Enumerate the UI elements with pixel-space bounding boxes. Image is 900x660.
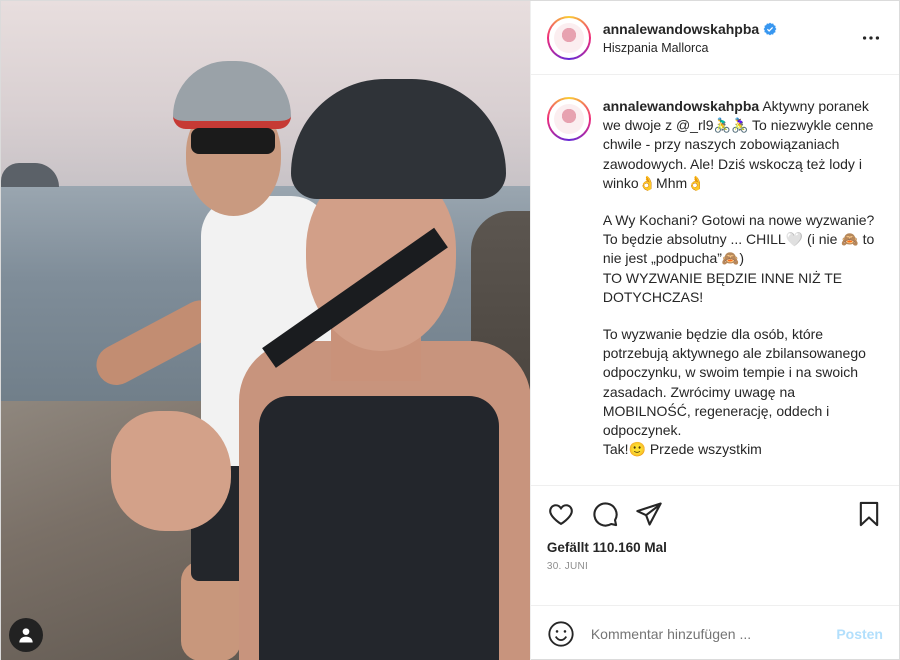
username-link[interactable]: annalewandowskahpba	[603, 21, 759, 37]
caption-p2a: A Wy Kochani? Gotowi na nowe wyzwanie?	[602, 212, 875, 229]
caption-avatar[interactable]	[546, 97, 591, 141]
caption-p2b: To będzie absolutny ... CHILL🤍 (i nie 🙈 …	[602, 231, 875, 267]
peace-hand	[111, 411, 231, 531]
woman-top	[259, 396, 499, 660]
bookmark-icon[interactable]	[855, 500, 883, 528]
comment-icon[interactable]	[591, 500, 619, 528]
actions-bar: Gefällt 110.160 Mal 30. JUNI	[530, 485, 899, 605]
caption-avatar-logo	[553, 104, 584, 134]
user-tag-icon[interactable]	[9, 618, 43, 652]
caption-avatar-image	[548, 99, 589, 139]
caption-area: annalewandowskahpba Aktywny poranek we d…	[531, 75, 899, 485]
comment-input[interactable]	[590, 625, 837, 642]
caption-p2c: TO WYZWANIE BĘDZIE INNE NIŻ TE DOTYCHCZA…	[602, 269, 843, 305]
emoji-icon[interactable]	[547, 620, 575, 648]
post-photo[interactable]	[1, 1, 530, 660]
caption-paragraph-2: A Wy Kochani? Gotowi na nowe wyzwanie? T…	[603, 211, 883, 307]
post-header: annalewandowskahpba Hiszpania Mallorca	[530, 1, 899, 75]
location-link[interactable]: Hiszpania Mallorca	[603, 41, 859, 55]
post-date[interactable]: 30. JUNI	[547, 561, 883, 572]
caption-paragraph-3: To wyzwanie będzie dla osób, które potrz…	[603, 325, 883, 459]
avatar-image	[548, 17, 589, 58]
avatar[interactable]	[546, 15, 591, 60]
caption-p3-cut: Tak!🙂 Przede wszystkim	[602, 441, 762, 458]
caption-text: annalewandowskahpba Aktywny poranek we d…	[603, 97, 883, 485]
likes-count[interactable]: Gefällt 110.160 Mal	[547, 540, 883, 555]
username-row: annalewandowskahpba	[603, 21, 859, 37]
caption-username[interactable]: annalewandowskahpba	[603, 98, 759, 114]
instagram-post: annalewandowskahpba Hiszpania Mallorca a…	[0, 0, 900, 660]
caption-paragraph-1: annalewandowskahpba Aktywny poranek we d…	[603, 97, 883, 193]
post-side-panel: annalewandowskahpba Hiszpania Mallorca a…	[529, 1, 899, 660]
heart-icon[interactable]	[547, 500, 575, 528]
comment-bar: Posten	[530, 605, 899, 660]
verified-badge-icon	[763, 22, 777, 35]
share-icon[interactable]	[635, 500, 663, 528]
post-button[interactable]: Posten	[836, 626, 883, 642]
more-horizontal-icon[interactable]	[859, 26, 883, 50]
caption-p3: To wyzwanie będzie dla osób, które potrz…	[602, 326, 866, 439]
avatar-logo	[553, 22, 584, 53]
man-sunglasses	[191, 128, 275, 154]
header-text: annalewandowskahpba Hiszpania Mallorca	[603, 21, 859, 55]
action-icons	[547, 494, 883, 534]
